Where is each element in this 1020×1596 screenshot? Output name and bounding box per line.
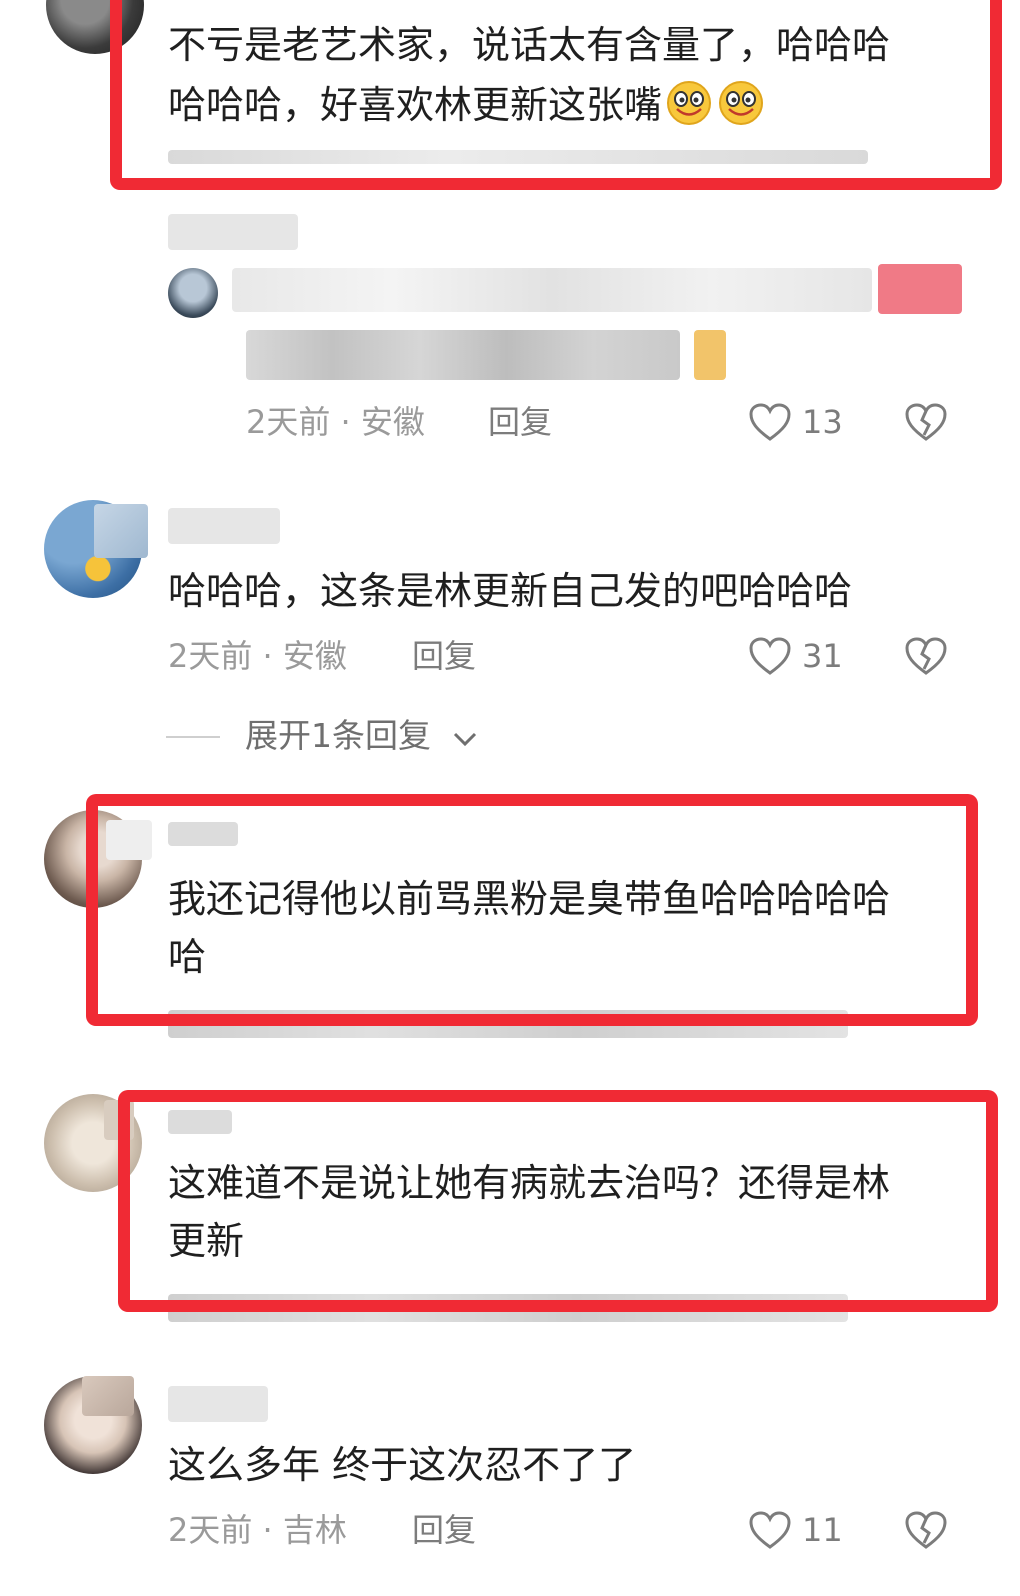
blurred-username: [168, 1386, 268, 1422]
broken-heart-icon[interactable]: [904, 1510, 948, 1550]
expand-divider: [166, 736, 220, 738]
blurred-username: [168, 508, 280, 544]
reply-button[interactable]: 回复: [412, 1510, 476, 1550]
comment-text-line: 不亏是老艺术家，说话太有含量了，哈哈哈: [168, 23, 891, 67]
expand-replies-button[interactable]: 展开1条回复: [245, 716, 431, 756]
blurred-username: [168, 1110, 232, 1134]
heart-icon[interactable]: [748, 1510, 792, 1550]
comment-text-line: 哈哈哈，好喜欢林更新这张嘴: [168, 76, 766, 134]
blurred-avatar-corner: [94, 504, 148, 558]
blurred-reply-text: [246, 330, 680, 380]
comment-meta: 2天前 · 安徽: [168, 637, 347, 675]
obscured-meta-row: [168, 1294, 848, 1322]
reply-button[interactable]: 回复: [412, 636, 476, 676]
smile-emoji-icon: [667, 81, 712, 125]
comment-text-line: 哈: [168, 935, 207, 979]
comment-meta: 2天前 · 吉林: [168, 1511, 347, 1549]
blurred-username: [232, 268, 872, 312]
heart-icon[interactable]: [748, 636, 792, 676]
comment-text: 哈哈哈，这条是林更新自己发的吧哈哈哈: [168, 569, 853, 613]
comment-meta: 2天前 · 安徽: [246, 403, 425, 441]
blurred-author-tag: [168, 214, 298, 250]
avatar[interactable]: [46, 0, 144, 54]
broken-heart-icon[interactable]: [904, 636, 948, 676]
obscured-meta-row: [168, 150, 868, 164]
chevron-down-icon[interactable]: [450, 724, 480, 754]
blurred-avatar-corner: [104, 1100, 134, 1140]
blurred-username: [168, 822, 238, 846]
like-count: 11: [802, 1511, 843, 1549]
comment-text-fragment: 哈哈哈，好喜欢林更新这张嘴: [168, 83, 663, 127]
reply-button[interactable]: 回复: [488, 402, 552, 442]
broken-heart-icon[interactable]: [904, 402, 948, 442]
smile-emoji-icon: [719, 81, 764, 125]
blurred-emoji: [694, 330, 726, 380]
blurred-badge: [878, 264, 962, 314]
heart-icon[interactable]: [748, 402, 792, 442]
like-count: 13: [802, 403, 843, 441]
comment-text-line: 这难道不是说让她有病就去治吗？还得是林: [168, 1161, 891, 1205]
blurred-avatar-corner: [82, 1376, 134, 1416]
like-count: 31: [802, 637, 843, 675]
avatar[interactable]: [168, 268, 218, 318]
comment-text-line: 我还记得他以前骂黑粉是臭带鱼哈哈哈哈哈: [168, 877, 891, 921]
obscured-meta-row: [168, 1010, 848, 1038]
comment-text: 这么多年 终于这次忍不了了: [168, 1443, 637, 1487]
comment-text-line: 更新: [168, 1219, 245, 1263]
blurred-avatar-corner: [106, 820, 152, 860]
